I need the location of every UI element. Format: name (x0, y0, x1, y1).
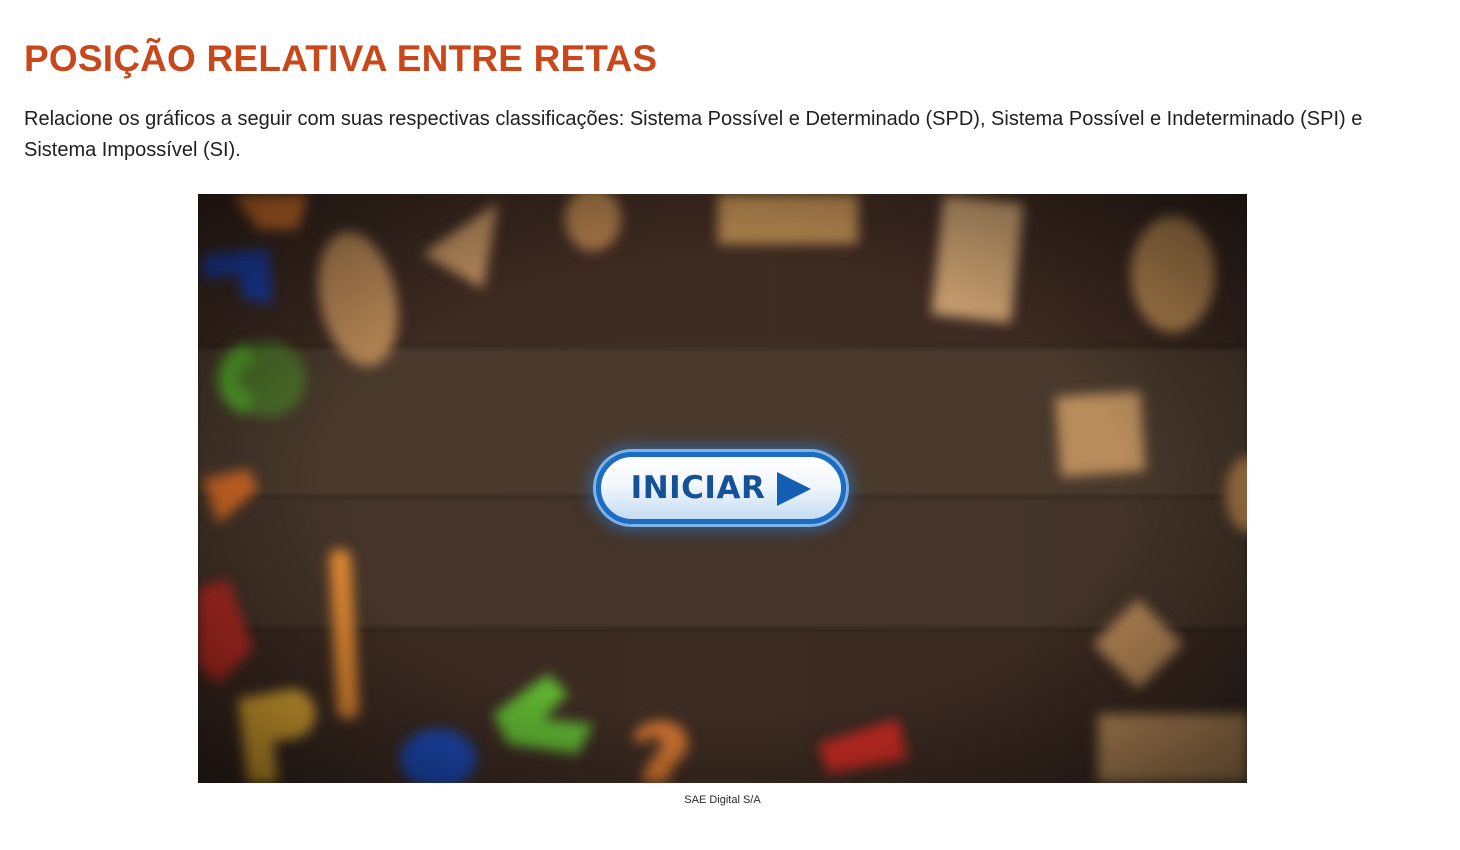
image-caption: SAE Digital S/A (684, 794, 761, 806)
play-icon (777, 471, 812, 506)
start-button[interactable]: INICIAR (596, 452, 846, 524)
start-button-label: INICIAR (630, 470, 766, 506)
activity-instructions: Relacione os gráficos a seguir com suas … (24, 108, 1363, 161)
activity-media[interactable]: INICIAR (198, 194, 1247, 783)
page-title: POSIÇÃO RELATIVA ENTRE RETAS (24, 38, 658, 79)
